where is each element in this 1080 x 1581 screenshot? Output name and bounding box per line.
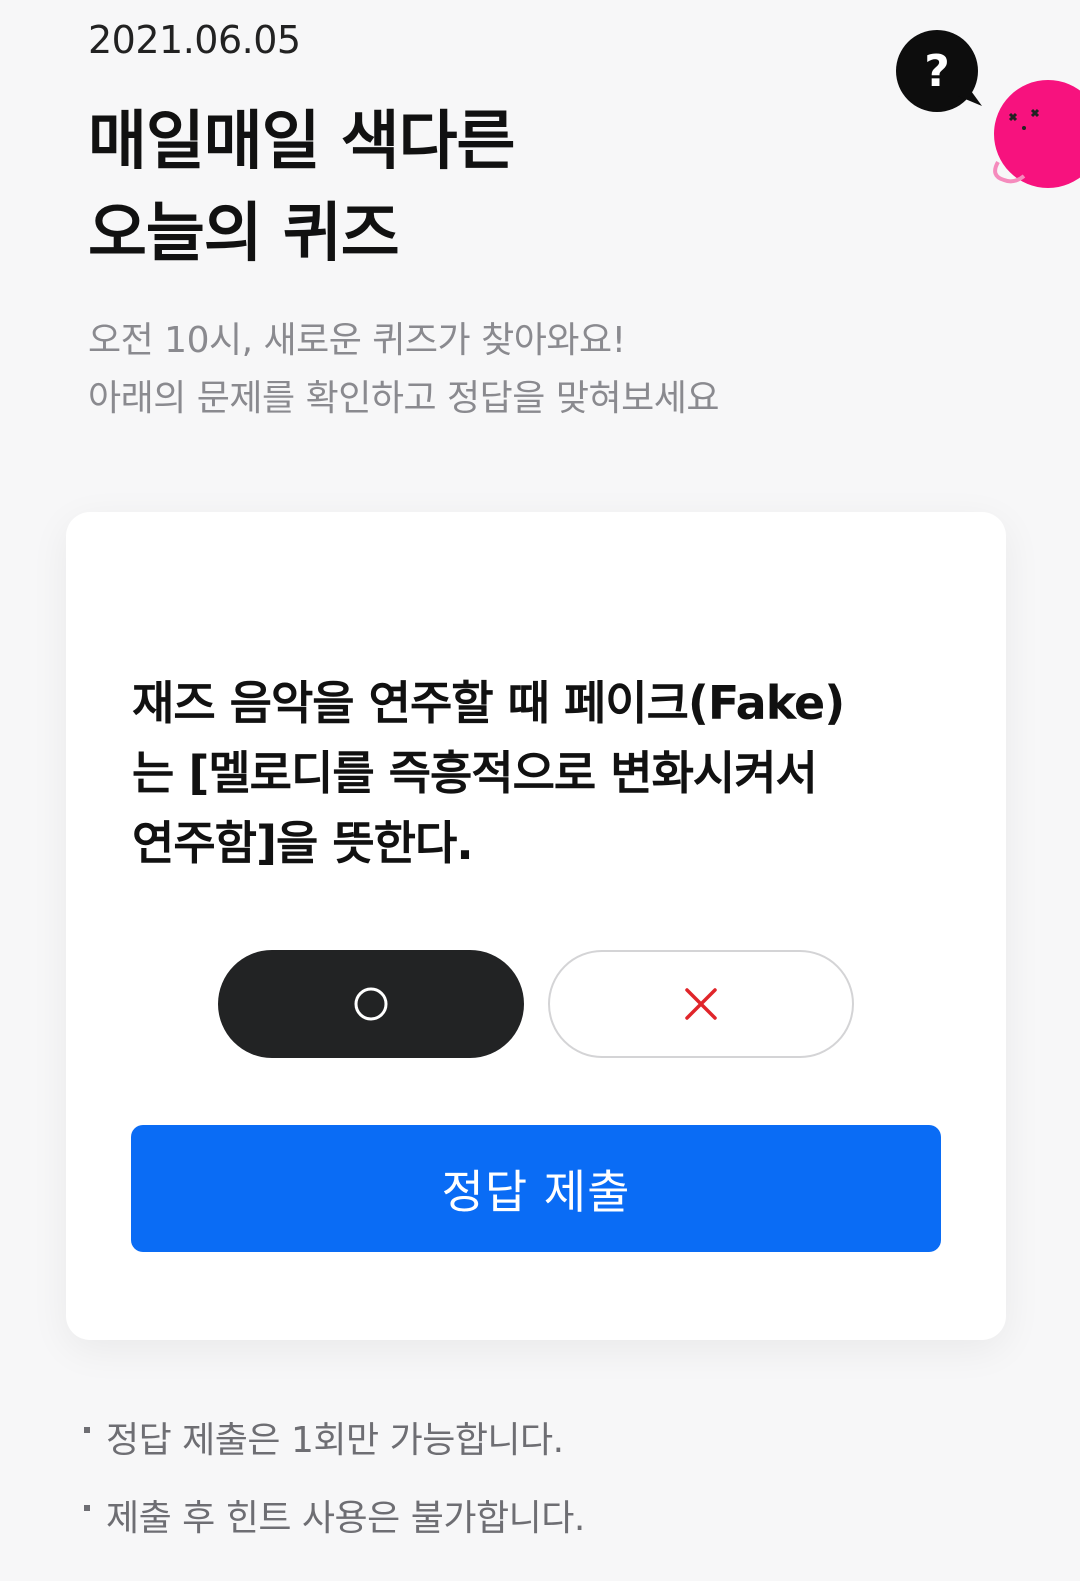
quiz-question: 재즈 음악을 연주할 때 페이크(Fake) 는 [멜로디를 즉흥적으로 변화시… — [132, 668, 932, 878]
quiz-date: 2021.06.05 — [88, 18, 301, 62]
circle-o-icon — [354, 987, 388, 1021]
page-title: 매일매일 색다른 오늘의 퀴즈 — [88, 96, 515, 280]
bullet-icon — [84, 1505, 90, 1511]
quiz-question-line-3: 연주함]을 뜻한다. — [132, 816, 474, 870]
page-subtitle: 오전 10시, 새로운 퀴즈가 찾아와요! 아래의 문제를 확인하고 정답을 맞… — [88, 312, 719, 428]
note-text: 제출 후 힌트 사용은 불가합니다. — [106, 1498, 585, 1539]
quiz-question-line-2: 는 [멜로디를 즉흥적으로 변화시켜서 — [132, 746, 818, 800]
answer-x-button[interactable] — [548, 950, 854, 1058]
cross-x-icon — [685, 988, 717, 1020]
question-bubble-icon[interactable]: ? — [896, 30, 982, 112]
answer-o-button[interactable] — [218, 950, 524, 1058]
note-item: 제출 후 힌트 사용은 불가합니다. — [84, 1482, 585, 1548]
quiz-card: 재즈 음악을 연주할 때 페이크(Fake) 는 [멜로디를 즉흥적으로 변화시… — [66, 512, 1006, 1340]
quiz-notes: 정답 제출은 1회만 가능합니다. 제출 후 힌트 사용은 불가합니다. — [84, 1404, 585, 1560]
bullet-icon — [84, 1427, 90, 1433]
page-title-line-2: 오늘의 퀴즈 — [88, 197, 400, 271]
note-text: 정답 제출은 1회만 가능합니다. — [106, 1420, 564, 1461]
page-title-line-1: 매일매일 색다른 — [88, 105, 515, 179]
page-subtitle-line-1: 오전 10시, 새로운 퀴즈가 찾아와요! — [88, 320, 626, 361]
note-item: 정답 제출은 1회만 가능합니다. — [84, 1404, 585, 1470]
svg-text:?: ? — [924, 46, 950, 97]
pink-mascot-icon — [984, 76, 1080, 196]
quiz-question-line-1: 재즈 음악을 연주할 때 페이크(Fake) — [132, 676, 845, 730]
page-subtitle-line-2: 아래의 문제를 확인하고 정답을 맞혀보세요 — [88, 378, 719, 419]
submit-answer-button[interactable]: 정답 제출 — [131, 1125, 941, 1252]
